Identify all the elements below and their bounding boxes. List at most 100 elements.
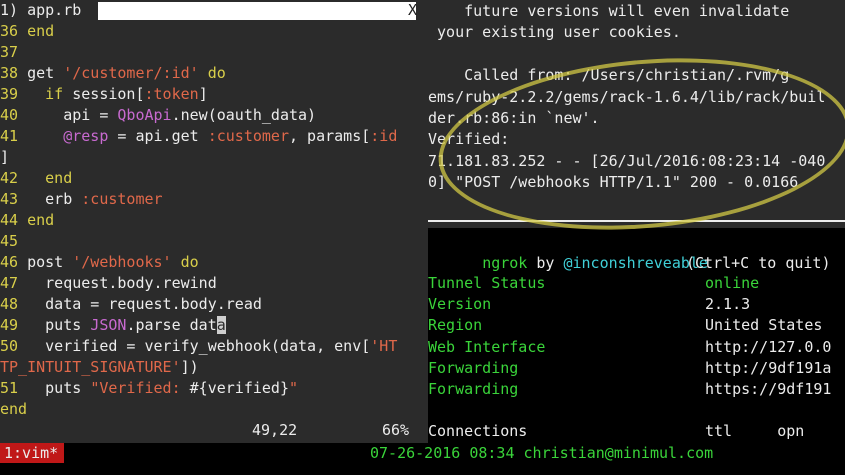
code-token: ]	[198, 85, 208, 103]
code-token: end	[0, 400, 28, 418]
code-token: ])	[180, 358, 199, 376]
tab-fill	[98, 2, 416, 20]
line-number: 43	[0, 190, 28, 208]
ngrok-row-label: Forwarding	[428, 358, 519, 377]
ngrok-row: Forwarding http://9df191a	[428, 357, 845, 379]
code-token: "Verified:	[90, 379, 190, 397]
ngrok-row-value: ttl opn	[705, 422, 805, 441]
line-number: 39	[0, 85, 28, 103]
code-line[interactable]: 38 get '/customer/:id' do	[0, 63, 226, 84]
line-number: 48	[0, 295, 28, 313]
line-number: 42	[0, 169, 28, 187]
code-token: get	[27, 64, 64, 82]
line-number: 40	[0, 106, 28, 124]
code-line[interactable]: 37	[0, 42, 27, 63]
code-token: JSON	[90, 316, 127, 334]
code-token: "	[289, 379, 299, 397]
ngrok-row-label: Connections	[428, 422, 528, 441]
code-line[interactable]: 51 puts "Verified: #{verified}"	[0, 378, 298, 399]
code-token: data = request.body.read	[27, 295, 262, 313]
code-token: puts	[27, 379, 91, 397]
code-token: verified = verify_webhook(data, env[	[27, 337, 371, 355]
close-tab-button[interactable]: X	[408, 0, 417, 21]
code-token: post	[27, 253, 73, 271]
code-line[interactable]: 36 end	[0, 21, 54, 42]
tmux-status-bar: 1:vim* 07-26-2016 08:34 christian@minimu…	[0, 443, 845, 475]
line-number: 44	[0, 211, 28, 229]
code-token: :id	[370, 127, 398, 145]
code-line[interactable]: 43 erb :customer	[0, 189, 163, 210]
ngrok-name: ngrok	[482, 254, 528, 272]
code-token: end	[27, 22, 55, 40]
code-token: a	[216, 316, 226, 334]
scroll-percent: 66%	[382, 421, 410, 439]
ngrok-row-label: Web Interface	[428, 337, 546, 356]
ngrok-row-label: Version	[428, 295, 492, 314]
ngrok-by: by	[527, 254, 564, 272]
ngrok-row: Region United States	[428, 314, 845, 336]
tmux-status-text: 07-26-2016 08:34 christian@minimul.com	[370, 444, 714, 462]
ngrok-row: Version 2.1.3	[428, 293, 845, 315]
ngrok-row-label: Region	[428, 316, 483, 335]
code-line[interactable]: 44 end	[0, 210, 54, 231]
code-token: .new(oauth_data)	[171, 106, 317, 124]
ngrok-row-value: online	[705, 274, 760, 292]
file-tab-title[interactable]: 1) app.rb	[0, 0, 81, 21]
ngrok-row-value: 2.1.3	[705, 295, 751, 314]
code-token: TP_INTUIT_SIGNATURE'	[0, 358, 181, 376]
ngrok-quit-hint: (Ctrl+C to quit)	[686, 254, 831, 272]
code-line[interactable]: 42 end	[0, 168, 72, 189]
code-line[interactable]: 49 puts JSON.parse data	[0, 315, 226, 336]
ngrok-row-label: Tunnel Status	[428, 274, 546, 292]
code-line[interactable]: 45	[0, 231, 27, 252]
code-line[interactable]: 41 @resp = api.get :customer, params[:id	[0, 126, 397, 147]
ngrok-row-value: http://9df191a	[705, 358, 832, 377]
code-token: puts	[27, 316, 91, 334]
line-number: 51	[0, 379, 28, 397]
ngrok-row: Tunnel Status online	[428, 272, 845, 294]
line-number: 38	[0, 64, 28, 82]
code-line[interactable]: 48 data = request.body.read	[0, 294, 262, 315]
code-token: do	[171, 253, 199, 271]
code-token: :token	[144, 85, 199, 103]
code-token: QboApi	[117, 106, 172, 124]
code-token: = api.get	[108, 127, 208, 145]
code-token: end	[27, 169, 73, 187]
code-token: do	[198, 64, 226, 82]
tmux-window-tab[interactable]: 1:vim*	[0, 443, 64, 463]
line-number: 47	[0, 274, 28, 292]
code-line[interactable]: 39 if session[:token]	[0, 84, 208, 105]
code-token: '/customer/:id'	[63, 64, 199, 82]
code-line[interactable]: 50 verified = verify_webhook(data, env['…	[0, 336, 397, 357]
line-number: 37	[0, 43, 28, 61]
code-line[interactable]: end	[0, 399, 27, 420]
ngrok-row-label: Forwarding	[428, 380, 519, 398]
code-token: if	[27, 85, 73, 103]
cursor-position: 49,22	[252, 421, 298, 439]
code-token: ]	[0, 148, 10, 166]
code-line[interactable]: TP_INTUIT_SIGNATURE'])	[0, 357, 199, 378]
code-token: request.body.rewind	[27, 274, 217, 292]
line-number: 41	[0, 127, 28, 145]
code-token: :customer	[207, 127, 289, 145]
ngrok-panel: ngrok by @inconshreveable (Ctrl+C to quit…	[428, 228, 845, 443]
line-number: 46	[0, 253, 28, 271]
code-token: :customer	[81, 190, 163, 208]
code-token: erb	[27, 190, 82, 208]
log-line: your existing user cookies.	[428, 23, 681, 42]
code-line[interactable]: 40 api = QboApi.new(oauth_data)	[0, 105, 316, 126]
line-number: 36	[0, 22, 28, 40]
code-token: 'HT	[370, 337, 398, 355]
line-number: 50	[0, 337, 28, 355]
code-line[interactable]: 46 post '/webhooks' do	[0, 252, 199, 273]
ngrok-row-value: https://9df191	[705, 380, 832, 398]
vim-editor-pane[interactable]: 1) app.rb X 36 end 37 38 get '/customer/:…	[0, 0, 425, 443]
line-number: 49	[0, 316, 28, 334]
code-token: , params[	[289, 127, 371, 145]
code-token: @resp	[27, 127, 109, 145]
vim-tab-bar: 1) app.rb X	[0, 0, 425, 21]
code-line[interactable]: 47 request.body.rewind	[0, 273, 217, 294]
ngrok-row: Connections ttl opn	[428, 420, 845, 442]
code-line[interactable]: ]	[0, 147, 9, 168]
code-token: end	[27, 211, 55, 229]
